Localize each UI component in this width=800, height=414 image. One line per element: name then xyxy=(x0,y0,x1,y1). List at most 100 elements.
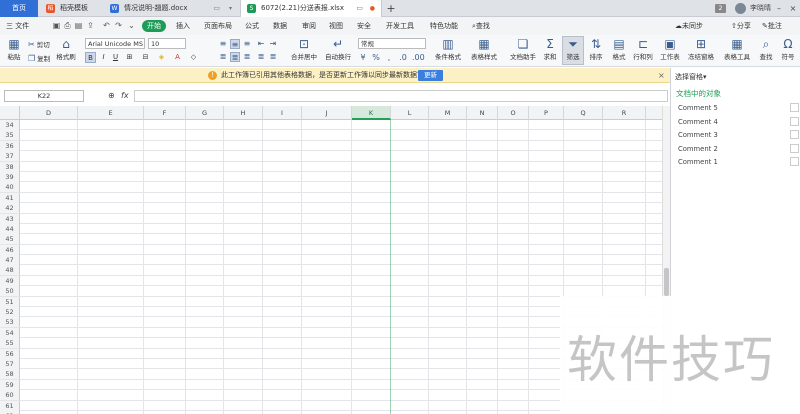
scroll-thumb[interactable] xyxy=(664,268,669,296)
pane-list-item[interactable]: Comment 2 xyxy=(678,145,718,153)
cell-name-box[interactable]: K22 xyxy=(4,90,84,102)
tab-page-layout[interactable]: 页面布局 xyxy=(204,17,232,35)
merge-icon[interactable]: ⊟ xyxy=(140,52,151,63)
align-left-icon[interactable]: ≣ xyxy=(218,52,228,62)
row-header[interactable]: 61 xyxy=(0,400,20,411)
tab-start[interactable]: 开始 xyxy=(142,20,166,32)
close-icon[interactable]: × xyxy=(658,68,665,83)
home-tab[interactable]: 首页 xyxy=(0,0,38,17)
percent-icon[interactable]: % xyxy=(371,53,381,63)
symbol-button[interactable]: Ω 符号 xyxy=(778,38,798,62)
file-menu[interactable]: 三 文件 xyxy=(6,17,29,35)
close-window-icon[interactable]: × xyxy=(786,0,800,17)
underline-button[interactable]: U xyxy=(110,52,121,63)
decrease-decimal-icon[interactable]: .00 xyxy=(412,53,425,63)
currency-icon[interactable]: ¥ xyxy=(358,53,368,63)
copy-button[interactable]: ❐ 复制 xyxy=(28,53,50,63)
merge-center-button[interactable]: ⊡ 合并居中 xyxy=(288,38,320,62)
tab-insert[interactable]: 插入 xyxy=(176,17,190,35)
worksheet-button[interactable]: ▣ 工作表 xyxy=(658,38,682,62)
row-header[interactable]: 46 xyxy=(0,244,20,255)
row-header[interactable]: 58 xyxy=(0,369,20,380)
column-header-K[interactable]: K xyxy=(352,106,391,120)
sum-button[interactable]: Σ 求和 xyxy=(540,38,560,62)
tab-formula[interactable]: 公式 xyxy=(245,17,259,35)
row-header[interactable]: 35 xyxy=(0,130,20,141)
row-header[interactable]: 52 xyxy=(0,307,20,318)
column-header-F[interactable]: F xyxy=(144,106,186,120)
column-header-E[interactable]: E xyxy=(78,106,144,120)
visibility-toggle-icon[interactable] xyxy=(790,157,799,166)
close-tab-icon[interactable]: ● xyxy=(370,0,375,17)
dropdown-icon[interactable]: ⌄ xyxy=(127,21,136,30)
column-header-G[interactable]: G xyxy=(186,106,224,120)
undo-icon[interactable]: ↶ xyxy=(102,21,111,30)
tab-view[interactable]: 视图 xyxy=(329,17,343,35)
column-header-Q[interactable]: Q xyxy=(564,106,603,120)
select-all-corner[interactable] xyxy=(0,106,20,120)
paste-button[interactable]: ▦ 粘贴 xyxy=(4,38,24,62)
increase-decimal-icon[interactable]: .0 xyxy=(398,53,408,63)
indent-decrease-icon[interactable]: ⇤ xyxy=(256,39,266,49)
row-header[interactable]: 45 xyxy=(0,234,20,245)
tab-security[interactable]: 安全 xyxy=(357,17,371,35)
visibility-toggle-icon[interactable] xyxy=(790,116,799,126)
pane-title[interactable]: 选择窗格▾ xyxy=(675,72,707,82)
indent-increase-icon[interactable]: ⇥ xyxy=(268,39,278,49)
page-count-badge[interactable]: 2 xyxy=(715,4,726,13)
freeze-button[interactable]: ⊞ 冻结窗格 xyxy=(686,38,716,62)
visibility-toggle-icon[interactable] xyxy=(790,143,799,153)
export-icon[interactable]: ⇪ xyxy=(86,21,95,30)
format-button[interactable]: ▤ 格式 xyxy=(609,38,629,62)
tab-daoke-template[interactable]: 稻 稻壳模板 xyxy=(40,0,102,17)
user-name[interactable]: 李晓晴 xyxy=(750,0,771,17)
print-icon[interactable]: ⎙ xyxy=(63,21,72,30)
cut-button[interactable]: ✂ 剪切 xyxy=(28,39,50,49)
pane-list-item[interactable]: Comment 4 xyxy=(678,118,718,126)
save-icon[interactable]: ▣ xyxy=(52,21,61,30)
find-button[interactable]: ⌕ 查找 xyxy=(756,38,776,62)
thousands-icon[interactable]: , xyxy=(384,53,394,63)
column-header-N[interactable]: N xyxy=(467,106,498,120)
format-painter-button[interactable]: ⌂ 格式刷 xyxy=(55,38,77,62)
tab-data[interactable]: 数据 xyxy=(273,17,287,35)
row-header[interactable]: 48 xyxy=(0,265,20,276)
bold-button[interactable]: B xyxy=(85,52,96,63)
column-header-D[interactable]: D xyxy=(20,106,78,120)
italic-button[interactable]: I xyxy=(98,52,109,63)
share-button[interactable]: ⇧分享 xyxy=(731,17,751,35)
conditional-format-button[interactable]: ▥ 条件格式 xyxy=(432,38,464,62)
row-header[interactable]: 54 xyxy=(0,327,20,338)
comment-button[interactable]: ✎批注 xyxy=(762,17,782,35)
column-header-I[interactable]: I xyxy=(263,106,302,120)
distributed-icon[interactable]: ≣ xyxy=(268,52,278,62)
font-color-icon[interactable]: A xyxy=(172,52,183,63)
minimize-icon[interactable]: – xyxy=(772,0,786,17)
row-header[interactable]: 34 xyxy=(0,120,20,130)
row-header[interactable]: 42 xyxy=(0,203,20,214)
pane-list-item[interactable]: Comment 3 xyxy=(678,131,718,139)
row-header[interactable]: 39 xyxy=(0,171,20,182)
column-header-M[interactable]: M xyxy=(429,106,467,120)
table-style-button[interactable]: ▦ 表格样式 xyxy=(468,38,500,62)
row-col-button[interactable]: ⊏ 行和列 xyxy=(631,38,655,62)
add-tab-icon[interactable]: + xyxy=(384,0,398,17)
table-tools-button[interactable]: ▦ 表格工具 xyxy=(722,38,752,62)
column-header-R[interactable]: R xyxy=(603,106,646,120)
row-header[interactable]: 40 xyxy=(0,182,20,193)
row-header[interactable]: 59 xyxy=(0,379,20,390)
row-header[interactable]: 51 xyxy=(0,296,20,307)
row-header[interactable]: 43 xyxy=(0,213,20,224)
row-header[interactable]: 53 xyxy=(0,317,20,328)
monitor-icon[interactable]: ▭ xyxy=(213,0,220,17)
tab-special[interactable]: 特色功能 xyxy=(430,17,458,35)
column-header-J[interactable]: J xyxy=(302,106,352,120)
row-header[interactable]: 55 xyxy=(0,338,20,349)
row-header[interactable]: 41 xyxy=(0,192,20,203)
font-name-select[interactable]: Arial Unicode MS xyxy=(85,38,145,49)
wrap-text-button[interactable]: ↵ 自动换行 xyxy=(322,38,354,62)
number-format-select[interactable]: 常规 xyxy=(358,38,426,49)
close-tab-icon[interactable]: ▾ xyxy=(229,0,232,17)
tab-excel-doc[interactable]: S 6072(2.21)分送表报.xlsx ▭ ● xyxy=(240,0,382,18)
row-header[interactable]: 38 xyxy=(0,161,20,172)
